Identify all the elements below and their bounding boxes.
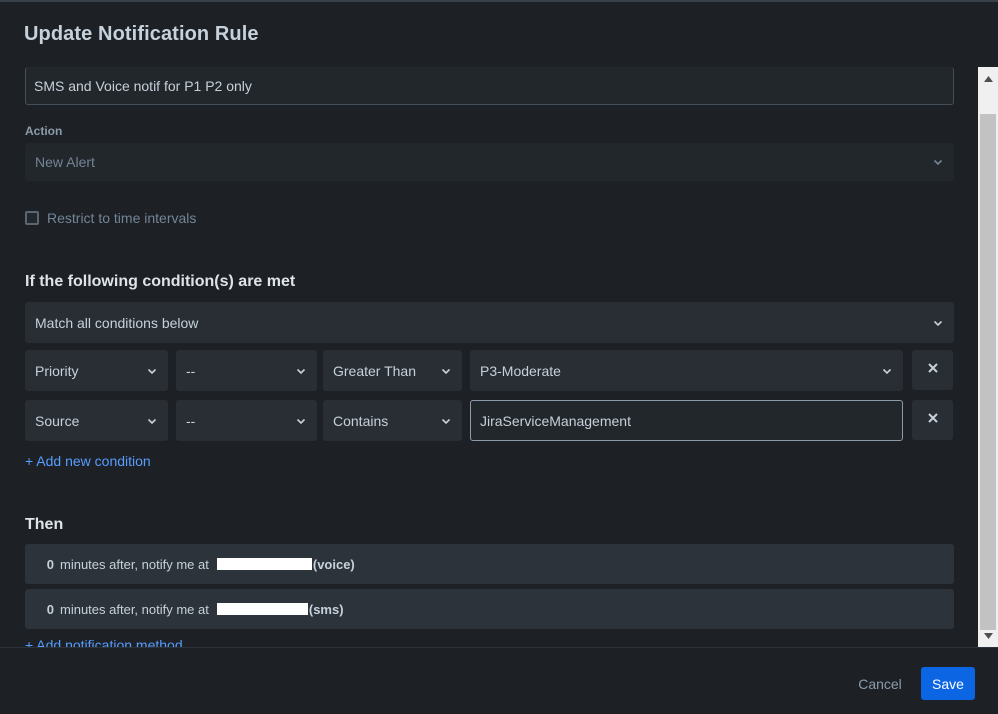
condition-value-value: P3-Moderate [480, 362, 561, 379]
dialog-header: Update Notification Rule [0, 2, 998, 67]
condition-not-select[interactable]: -- [176, 400, 317, 441]
match-conditions-select[interactable]: Match all conditions below [25, 302, 954, 343]
condition-operator-value: Greater Than [333, 362, 417, 379]
dialog-body[interactable]: SMS and Voice notif for P1 P2 only Actio… [0, 67, 978, 647]
add-notification-method-link[interactable]: + Add notification method [25, 637, 183, 647]
condition-field-select[interactable]: Priority [25, 350, 168, 391]
notify-method: (sms) [308, 601, 344, 617]
action-label: Action [25, 124, 63, 138]
match-conditions-value: Match all conditions below [35, 314, 199, 331]
scroll-down-arrow-icon[interactable] [978, 627, 998, 644]
chevron-down-icon [932, 156, 944, 168]
notify-minutes: 0 [46, 601, 54, 617]
restrict-time-intervals[interactable]: Restrict to time intervals [25, 210, 196, 226]
notify-minutes: 0 [46, 556, 54, 572]
redacted-contact [216, 603, 308, 615]
condition-field-value: Source [35, 412, 80, 429]
chevron-down-icon [146, 415, 158, 427]
chevron-down-icon [440, 365, 452, 377]
chevron-down-icon [881, 365, 893, 377]
chevron-down-icon [295, 415, 307, 427]
condition-not-select[interactable]: -- [176, 350, 317, 391]
notify-text: minutes after, notify me at [60, 556, 209, 572]
condition-operator-value: Contains [333, 412, 389, 429]
restrict-label: Restrict to time intervals [47, 210, 197, 226]
scrollbar[interactable] [978, 67, 998, 647]
cancel-button[interactable]: Cancel [848, 668, 912, 700]
scroll-up-arrow-icon[interactable] [978, 70, 998, 87]
chevron-down-icon [440, 415, 452, 427]
add-condition-link[interactable]: + Add new condition [25, 453, 151, 469]
condition-not-value: -- [186, 412, 196, 429]
close-icon [927, 411, 939, 429]
notify-text: minutes after, notify me at [60, 601, 209, 617]
close-icon [927, 361, 939, 379]
chevron-down-icon [146, 365, 158, 377]
dialog-title: Update Notification Rule [24, 23, 259, 45]
condition-operator-select[interactable]: Greater Than [323, 350, 462, 391]
scrollbar-thumb[interactable] [980, 114, 996, 630]
condition-value-select[interactable]: P3-Moderate [470, 350, 903, 391]
remove-condition-button[interactable] [912, 350, 953, 390]
notification-row[interactable]: 0 minutes after, notify me at (sms) [25, 589, 954, 629]
remove-condition-button[interactable] [912, 400, 953, 440]
condition-field-select[interactable]: Source [25, 400, 168, 441]
notification-row[interactable]: 0 minutes after, notify me at (voice) [25, 544, 954, 584]
save-button[interactable]: Save [921, 667, 975, 700]
condition-field-value: Priority [35, 362, 79, 379]
chevron-down-icon [932, 317, 944, 329]
condition-value-input[interactable]: JiraServiceManagement [470, 400, 903, 441]
notify-method: (voice) [312, 556, 355, 572]
restrict-checkbox[interactable] [25, 211, 39, 225]
conditions-title: If the following condition(s) are met [25, 273, 296, 290]
rule-name-input[interactable]: SMS and Voice notif for P1 P2 only [25, 67, 954, 105]
chevron-down-icon [295, 365, 307, 377]
action-select[interactable]: New Alert [25, 143, 954, 181]
then-title: Then [25, 516, 64, 533]
condition-operator-select[interactable]: Contains [323, 400, 462, 441]
condition-not-value: -- [186, 362, 196, 379]
redacted-contact [216, 558, 312, 570]
dialog-footer: Cancel Save [0, 647, 998, 714]
action-select-value: New Alert [35, 154, 95, 170]
